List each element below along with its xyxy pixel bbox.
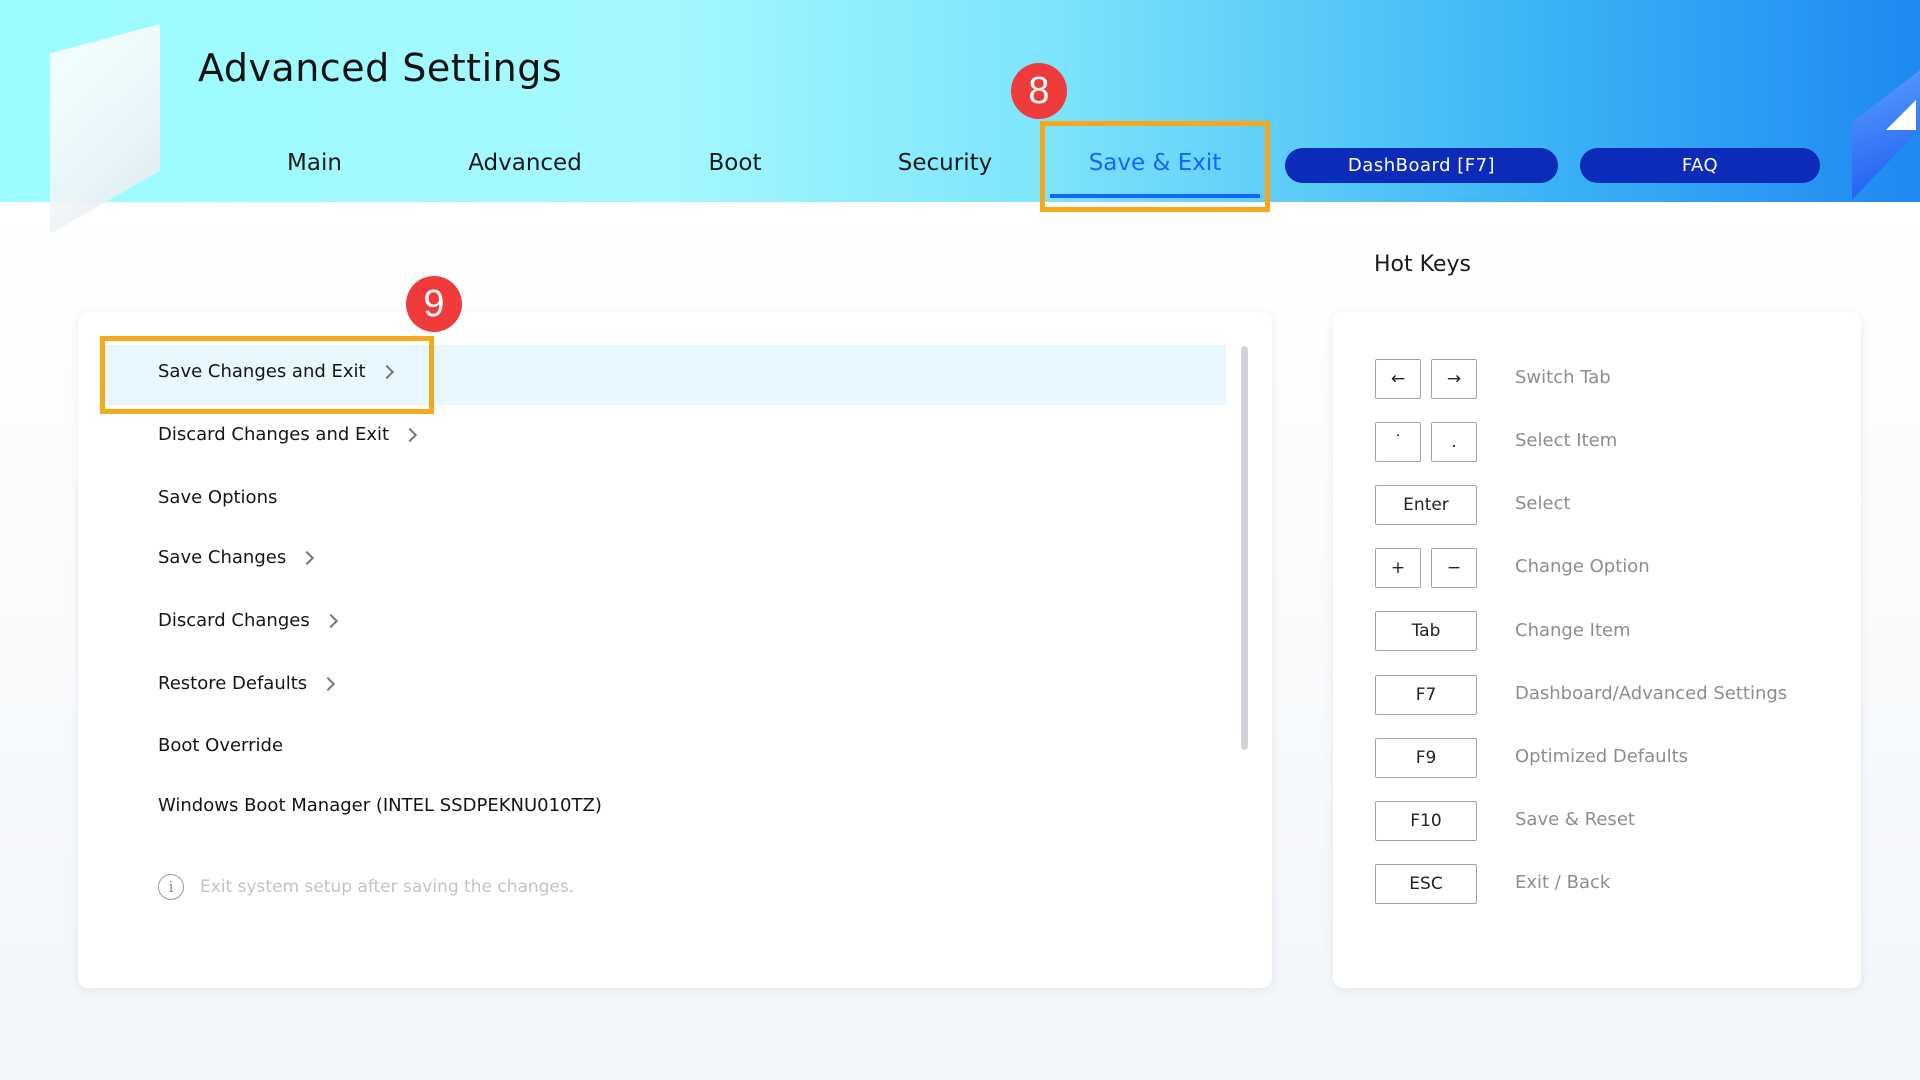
highlight-box-row — [100, 336, 434, 414]
faq-button[interactable]: FAQ — [1580, 148, 1820, 183]
menu-item-label: Discard Changes and Exit — [158, 424, 390, 445]
menu-item-discard-changes[interactable]: Discard Changes — [158, 610, 338, 631]
menu-item-label: Restore Defaults — [158, 673, 308, 694]
key-esc: ESC — [1375, 864, 1477, 904]
hotkey-label-save-reset: Save & Reset — [1515, 809, 1635, 830]
menu-item-label: Discard Changes — [158, 610, 310, 631]
menu-item-save-changes[interactable]: Save Changes — [158, 547, 315, 568]
menu-item-save-options: Save Options — [158, 487, 277, 508]
tab-advanced[interactable]: Advanced — [455, 150, 595, 176]
scrollbar[interactable] — [1241, 346, 1248, 750]
hotkey-label-optimized-defaults: Optimized Defaults — [1515, 746, 1689, 767]
chevron-right-icon — [323, 613, 338, 628]
menu-item-label: Boot Override — [158, 735, 284, 756]
key-right-arrow: → — [1431, 359, 1477, 399]
chevron-right-icon — [403, 427, 418, 442]
hotkey-label-select-item: Select Item — [1515, 430, 1618, 451]
key-plus: + — [1375, 548, 1421, 588]
info-text: Exit system setup after saving the chang… — [200, 877, 575, 897]
tab-main[interactable]: Main — [262, 150, 367, 176]
key-f10: F10 — [1375, 801, 1477, 841]
hotkey-label-select: Select — [1515, 493, 1571, 514]
hotkey-label-change-option: Change Option — [1515, 556, 1650, 577]
menu-item-windows-boot-manager[interactable]: Windows Boot Manager (INTEL SSDPEKNU010T… — [158, 795, 602, 816]
chevron-right-icon — [300, 550, 315, 565]
hotkey-label-change-item: Change Item — [1515, 620, 1631, 641]
step-badge-8: 8 — [1011, 63, 1067, 119]
chevron-right-icon — [321, 676, 336, 691]
menu-item-label: Windows Boot Manager (INTEL SSDPEKNU010T… — [158, 795, 602, 816]
key-tab: Tab — [1375, 611, 1477, 651]
key-up: ˙ — [1375, 422, 1421, 462]
hotkey-label-switch-tab: Switch Tab — [1515, 367, 1611, 388]
hotkey-label-dashboard: Dashboard/Advanced Settings — [1515, 683, 1788, 704]
menu-item-restore-defaults[interactable]: Restore Defaults — [158, 673, 336, 694]
key-enter: Enter — [1375, 485, 1477, 525]
menu-item-boot-override: Boot Override — [158, 735, 283, 756]
info-icon: i — [158, 874, 184, 900]
tab-boot[interactable]: Boot — [680, 150, 790, 176]
menu-item-label: Save Options — [158, 487, 278, 508]
page-title: Advanced Settings — [198, 46, 563, 90]
highlight-box-tab — [1040, 121, 1270, 212]
key-f7: F7 — [1375, 675, 1477, 715]
menu-item-label: Save Changes — [158, 547, 287, 568]
key-f9: F9 — [1375, 738, 1477, 778]
step-badge-9: 9 — [406, 276, 462, 332]
hotkey-label-exit-back: Exit / Back — [1515, 872, 1611, 893]
dashboard-button[interactable]: DashBoard [F7] — [1285, 148, 1558, 183]
key-minus: − — [1431, 548, 1477, 588]
hotkeys-title: Hot Keys — [1374, 252, 1471, 277]
menu-item-discard-changes-and-exit[interactable]: Discard Changes and Exit — [158, 424, 418, 445]
key-left-arrow: ← — [1375, 359, 1421, 399]
tab-security[interactable]: Security — [880, 150, 1010, 176]
key-down: . — [1431, 422, 1477, 462]
